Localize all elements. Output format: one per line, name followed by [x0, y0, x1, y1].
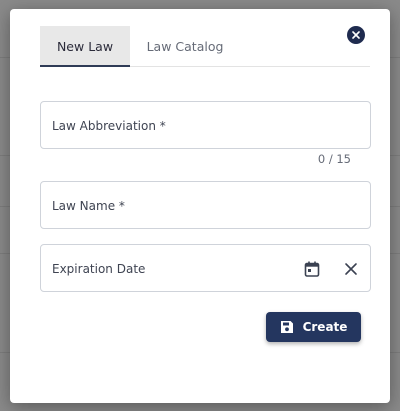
expiration-date-label: Expiration Date: [52, 262, 146, 276]
tab-law-catalog[interactable]: Law Catalog: [130, 26, 240, 67]
create-button-label: Create: [302, 320, 348, 334]
law-abbreviation-label: Law Abbreviation *: [52, 119, 166, 133]
save-icon: [280, 321, 293, 333]
calendar-icon[interactable]: [303, 260, 321, 278]
backdrop-divider: [390, 57, 400, 58]
backdrop-divider: [390, 253, 400, 254]
law-name-label: Law Name *: [52, 199, 125, 213]
dialog-tabs: New Law Law Catalog: [40, 26, 370, 67]
abbreviation-char-counter: 0 / 15: [317, 152, 351, 166]
close-button[interactable]: [347, 26, 365, 44]
expiration-date-field[interactable]: Expiration Date: [40, 244, 371, 292]
new-law-dialog: New Law Law Catalog Law Abbreviation * 0…: [10, 9, 390, 403]
tab-new-law[interactable]: New Law: [40, 26, 130, 67]
backdrop-divider: [390, 155, 400, 156]
backdrop-divider: [0, 352, 10, 353]
backdrop-divider: [0, 57, 10, 58]
clear-icon[interactable]: [342, 260, 360, 278]
backdrop-divider: [390, 352, 400, 353]
create-button[interactable]: Create: [266, 312, 361, 342]
law-name-field[interactable]: Law Name *: [40, 181, 371, 229]
law-abbreviation-field[interactable]: Law Abbreviation *: [40, 101, 371, 149]
close-icon: [352, 31, 360, 39]
backdrop-divider: [390, 206, 400, 207]
backdrop-divider: [0, 206, 10, 207]
backdrop-divider: [0, 253, 10, 254]
backdrop-divider: [0, 155, 10, 156]
